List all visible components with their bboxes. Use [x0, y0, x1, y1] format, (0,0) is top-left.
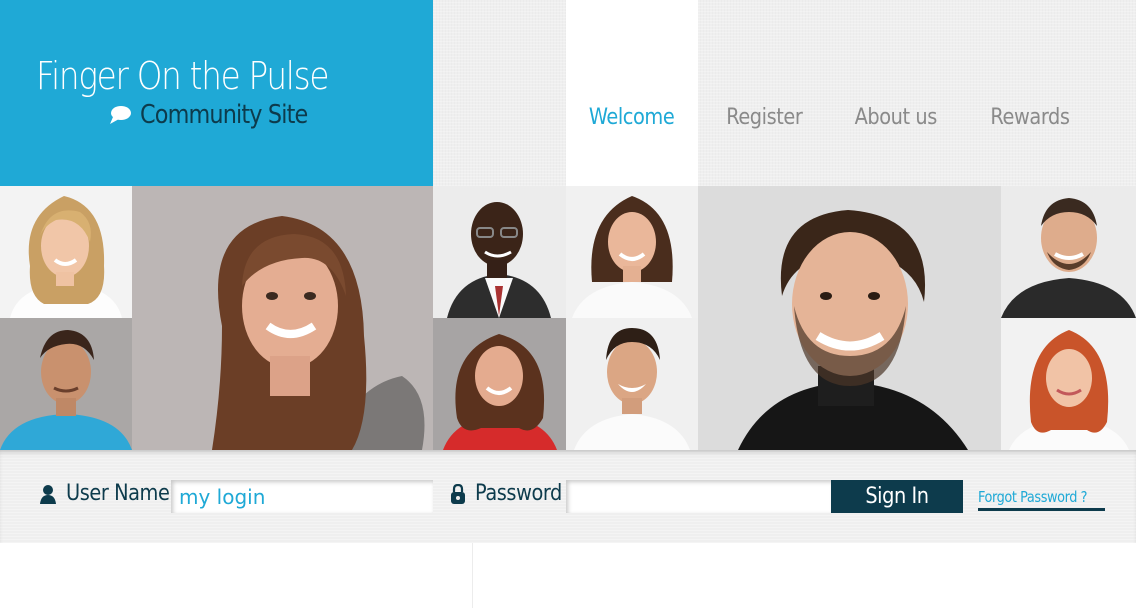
chat-bubble-icon	[110, 106, 132, 124]
nav-about-us-label: About us	[854, 104, 938, 130]
photo-red-haired-woman	[1001, 318, 1136, 450]
photo-man-dark-sweater	[698, 186, 1001, 450]
site-subtitle: Community Site	[108, 100, 335, 130]
photo-woman-long-brown-hair	[132, 186, 433, 450]
nav-register-label: Register	[725, 104, 803, 130]
sign-in-button[interactable]: Sign In	[831, 480, 963, 513]
lock-icon	[451, 483, 465, 504]
nav-about-us[interactable]: About us	[830, 0, 962, 186]
site-title: Finger On the Pulse	[36, 54, 329, 98]
nav-welcome-label: Welcome	[589, 104, 675, 130]
photo-man-suit-glasses	[433, 186, 566, 318]
user-icon	[40, 484, 56, 504]
forgot-password-label: Forgot Password ?	[978, 488, 1088, 506]
login-bar: User Name Password	[0, 450, 1136, 543]
password-label: Password	[451, 481, 574, 506]
nav-rewards-label: Rewards	[990, 104, 1070, 130]
photo-woman-white-shirt	[566, 186, 698, 318]
nav-welcome[interactable]: Welcome	[566, 0, 698, 186]
username-label-text: User Name	[66, 481, 170, 506]
content-divider	[472, 543, 473, 608]
photo-man-blue-shirt	[0, 318, 132, 450]
sign-in-label: Sign In	[865, 484, 929, 509]
main-nav: Welcome Register About us Rewards	[433, 0, 1136, 186]
photo-man-white-shirt	[566, 318, 698, 450]
site-subtitle-text: Community Site	[140, 100, 308, 130]
nav-rewards[interactable]: Rewards	[964, 0, 1096, 186]
nav-register[interactable]: Register	[698, 0, 830, 186]
member-photo-grid	[0, 186, 1136, 450]
photo-man-bald-beard	[1001, 186, 1136, 318]
brand-block: Finger On the Pulse Community Site	[0, 0, 433, 186]
photo-blonde-woman	[0, 186, 132, 318]
photo-woman-red-top	[433, 318, 566, 450]
username-label: User Name	[40, 481, 184, 506]
password-input[interactable]	[566, 480, 832, 513]
username-input[interactable]	[171, 480, 433, 513]
password-label-text: Password	[475, 481, 562, 506]
forgot-password-link[interactable]: Forgot Password ?	[978, 488, 1105, 511]
